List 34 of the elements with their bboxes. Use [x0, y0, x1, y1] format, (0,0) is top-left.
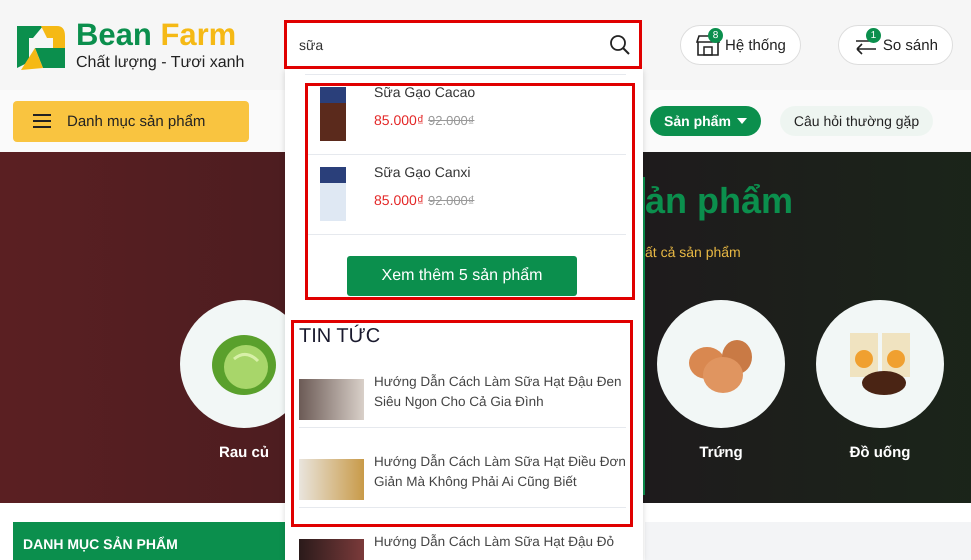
menu-icon	[33, 114, 51, 128]
product-name[interactable]: Sữa Gạo Canxi	[374, 164, 474, 180]
category-label: Đồ uống	[850, 444, 910, 461]
store-icon	[695, 33, 721, 57]
old-price: 92.000₫	[428, 113, 474, 128]
tagline: Chất lượng - Tươi xanh	[76, 54, 244, 72]
old-price: 92.000₫	[428, 193, 474, 208]
see-more-button[interactable]: Xem thêm 5 sản phẩm	[347, 256, 577, 296]
category-label: Rau củ	[218, 444, 269, 461]
news-title[interactable]: Hướng Dẫn Cách Làm Sữa Hạt Điều Đơn Giản Mà Không Phải Ai Cũng Biết	[374, 452, 626, 507]
brand-name: Bean Farm	[76, 18, 238, 50]
hero-subtitle: ất cả sản phẩm	[645, 244, 742, 260]
sidebar-heading: DANH MỤC SẢN PHẨM	[13, 522, 285, 560]
caret-icon	[736, 118, 747, 124]
news-title[interactable]: Hướng Dẫn Cách Làm Sữa Hạt Đậu Đỏ	[374, 532, 614, 560]
product-price: 85.000₫	[374, 112, 424, 128]
count-badge: 1	[866, 28, 881, 43]
compare-button[interactable]: So sánh 1	[838, 25, 953, 65]
category-label: Trứng	[699, 444, 743, 461]
news-title[interactable]: Hướng Dẫn Cách Làm Sữa Hạt Đậu Đen Siêu Ngon Cho Cả Gia Đình	[374, 372, 626, 427]
milk-carton-image	[320, 87, 346, 141]
news-thumbnail-photo	[299, 379, 364, 420]
news-heading: TIN TỨC	[299, 325, 382, 348]
nav-link[interactable]: Sản phẩm	[650, 106, 761, 136]
news-thumbnail-photo	[299, 459, 364, 500]
store-button[interactable]: Hệ thống 8	[680, 25, 801, 65]
product-price: 85.000₫	[374, 192, 424, 208]
hero-title: ản phẩm	[645, 180, 794, 222]
category-menu-button[interactable]: Danh mục sản phẩm	[13, 100, 249, 142]
count-badge: 8	[708, 28, 723, 43]
product-name[interactable]: Sữa Gạo Cacao	[374, 84, 476, 100]
milk-carton-image	[320, 167, 346, 221]
search-icon[interactable]	[609, 34, 631, 56]
nav-link[interactable]: Câu hỏi thường gặp	[780, 106, 934, 136]
